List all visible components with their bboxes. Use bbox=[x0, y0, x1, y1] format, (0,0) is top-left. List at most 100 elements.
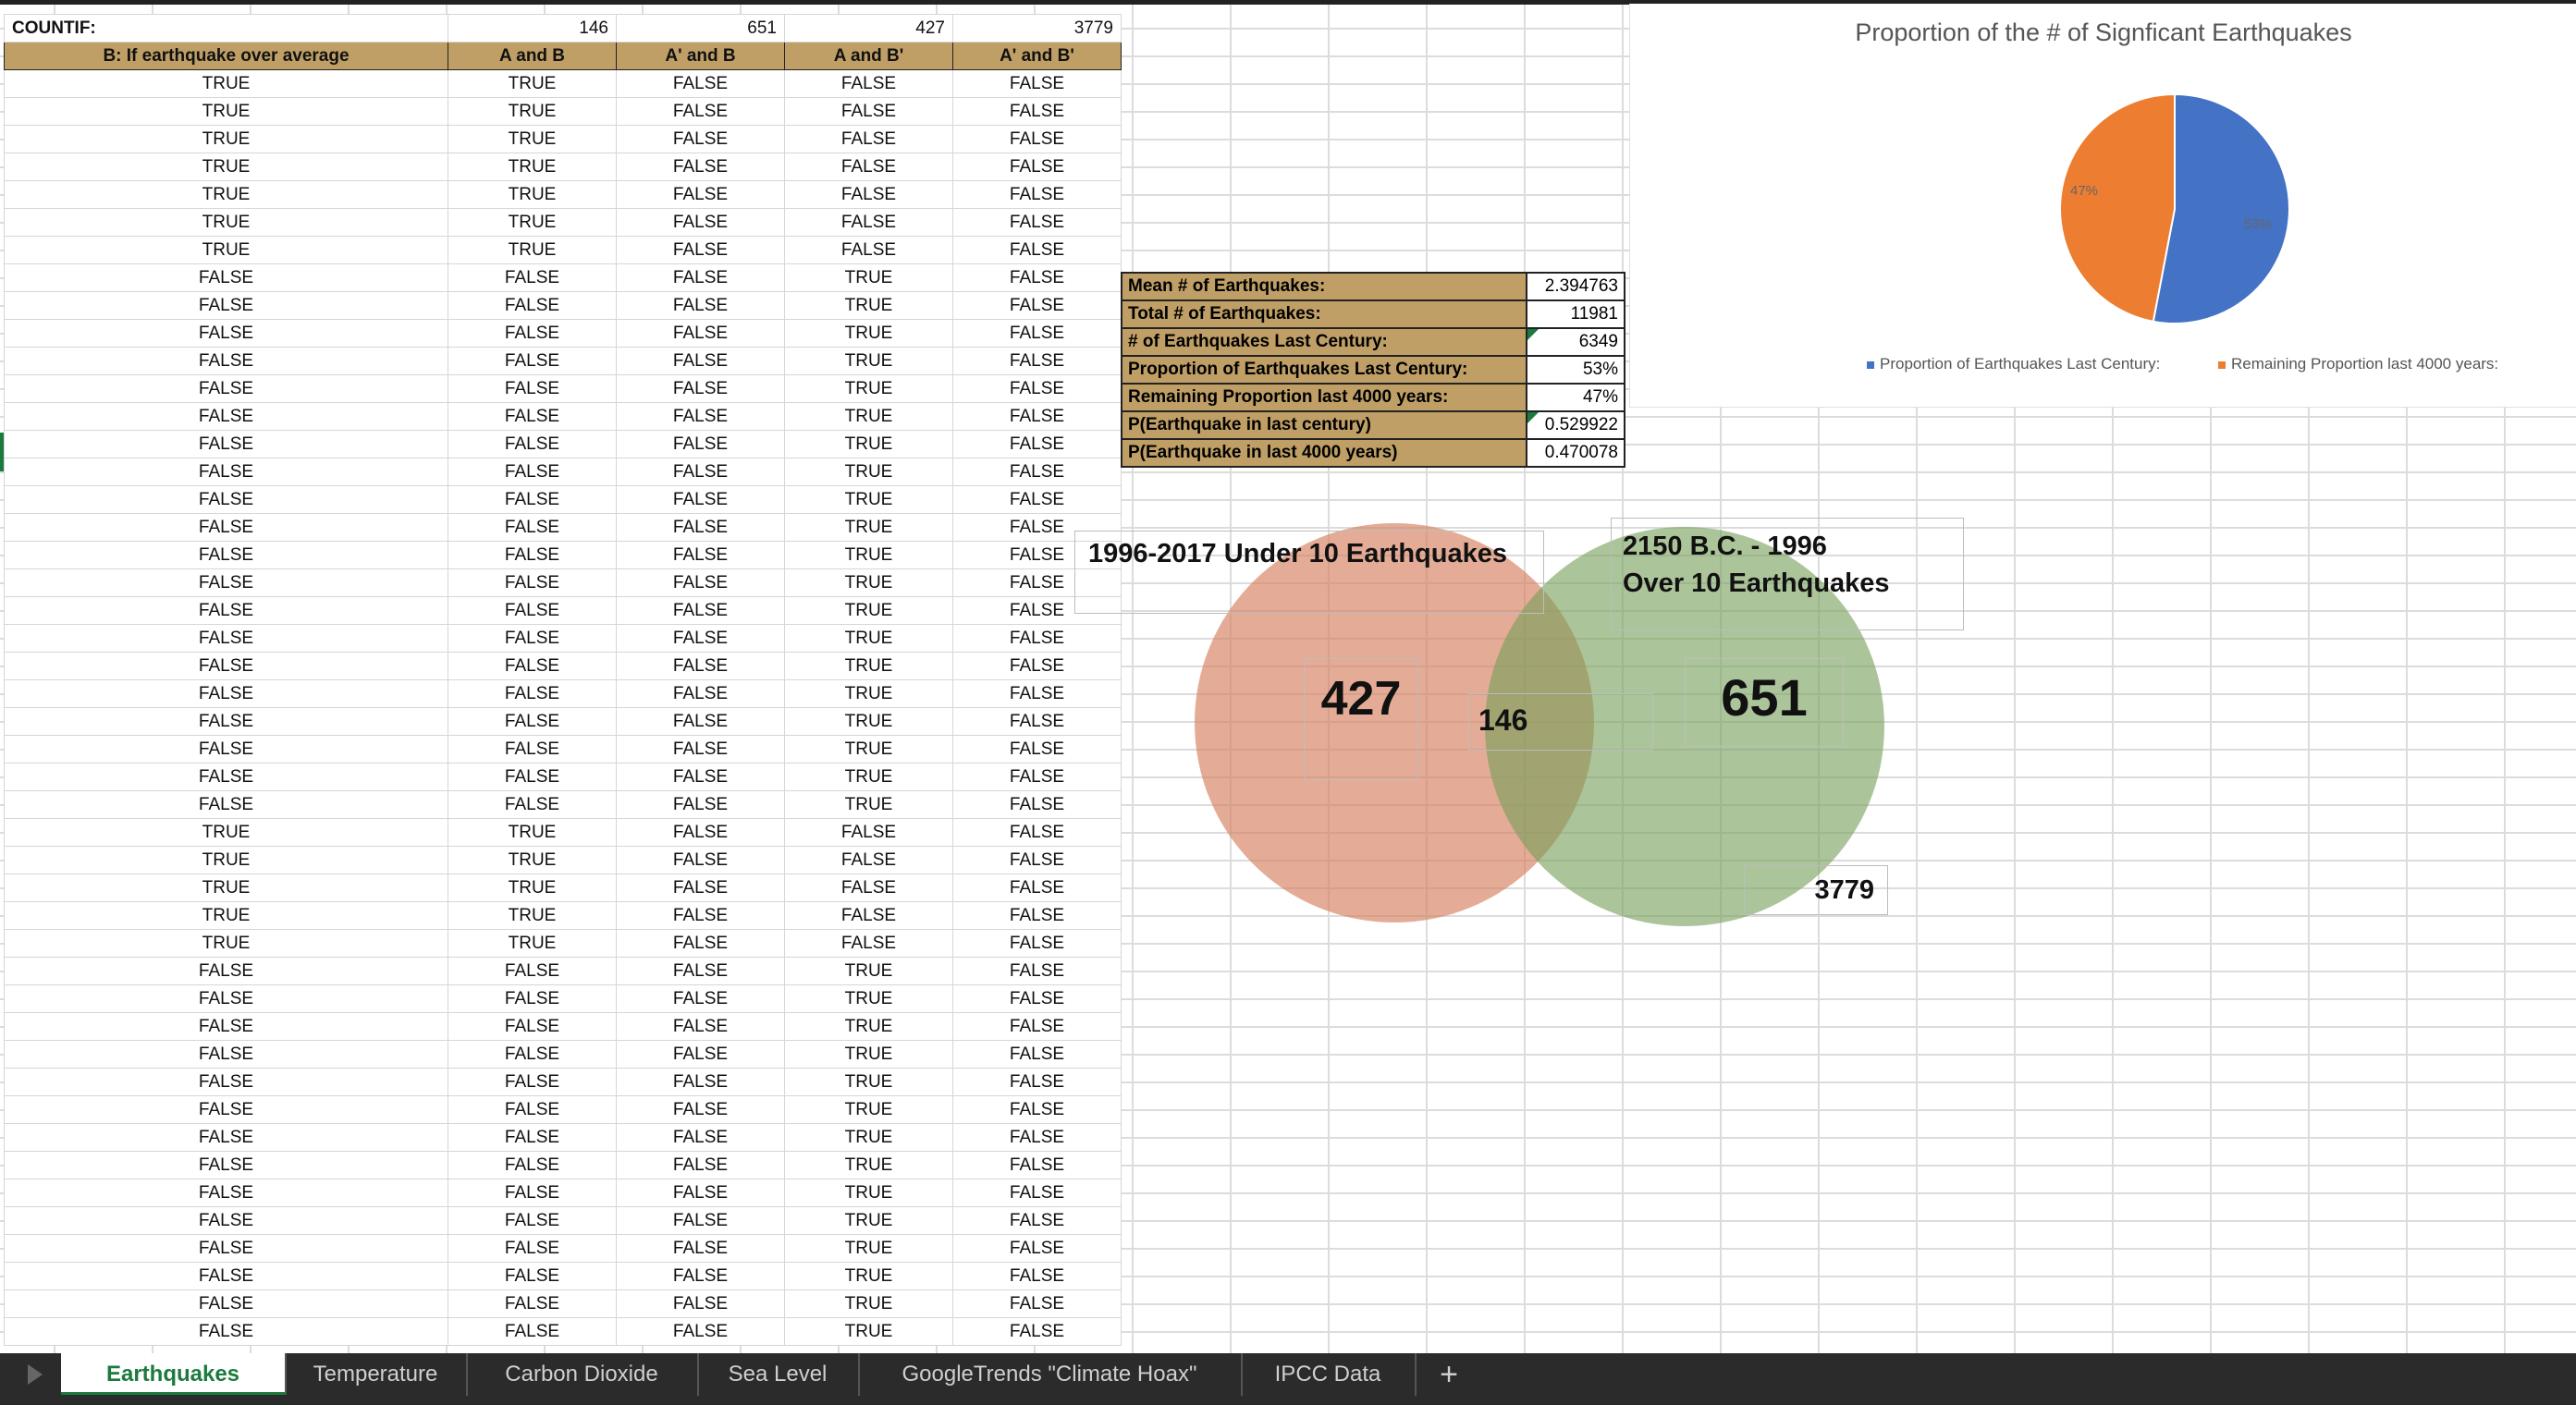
stat-label[interactable]: P(Earthquake in last century) bbox=[1121, 410, 1527, 440]
table-cell[interactable]: FALSE bbox=[784, 874, 953, 902]
table-cell[interactable]: FALSE bbox=[448, 984, 617, 1013]
table-cell[interactable]: FALSE bbox=[952, 153, 1122, 181]
table-cell[interactable]: FALSE bbox=[448, 596, 617, 625]
table-cell[interactable]: TRUE bbox=[4, 97, 448, 126]
column-header[interactable]: A and B bbox=[448, 42, 617, 70]
stat-label[interactable]: Proportion of Earthquakes Last Century: bbox=[1121, 355, 1527, 385]
table-cell[interactable]: FALSE bbox=[4, 707, 448, 736]
table-cell[interactable]: FALSE bbox=[4, 596, 448, 625]
table-cell[interactable]: FALSE bbox=[616, 319, 785, 348]
table-cell[interactable]: FALSE bbox=[448, 1262, 617, 1290]
table-cell[interactable]: TRUE bbox=[4, 846, 448, 874]
table-cell[interactable]: TRUE bbox=[784, 1317, 953, 1346]
table-cell[interactable]: FALSE bbox=[448, 458, 617, 486]
table-cell[interactable]: TRUE bbox=[784, 1095, 953, 1124]
table-cell[interactable]: TRUE bbox=[784, 541, 953, 569]
table-cell[interactable]: FALSE bbox=[4, 1123, 448, 1152]
table-cell[interactable]: FALSE bbox=[952, 430, 1122, 458]
table-cell[interactable]: FALSE bbox=[4, 319, 448, 348]
table-cell[interactable]: FALSE bbox=[952, 1234, 1122, 1263]
column-header[interactable]: A and B' bbox=[784, 42, 953, 70]
table-cell[interactable]: TRUE bbox=[4, 929, 448, 958]
table-cell[interactable]: TRUE bbox=[784, 568, 953, 597]
table-cell[interactable]: FALSE bbox=[448, 568, 617, 597]
table-cell[interactable]: FALSE bbox=[4, 263, 448, 292]
table-cell[interactable]: FALSE bbox=[616, 679, 785, 708]
table-cell[interactable]: FALSE bbox=[952, 652, 1122, 680]
table-cell[interactable]: FALSE bbox=[4, 1095, 448, 1124]
table-cell[interactable]: FALSE bbox=[952, 846, 1122, 874]
table-cell[interactable]: TRUE bbox=[784, 1179, 953, 1207]
venn-count-right-only[interactable]: 651 bbox=[1685, 658, 1844, 747]
table-cell[interactable]: FALSE bbox=[616, 901, 785, 930]
pie-chart[interactable]: Proportion of the # of Signficant Earthq… bbox=[1629, 4, 2576, 408]
tab-ipcc-data[interactable]: IPCC Data bbox=[1241, 1353, 1417, 1396]
table-cell[interactable]: FALSE bbox=[616, 1179, 785, 1207]
table-cell[interactable]: TRUE bbox=[784, 485, 953, 514]
stat-label[interactable]: Total # of Earthquakes: bbox=[1121, 299, 1527, 329]
table-cell[interactable]: FALSE bbox=[784, 125, 953, 153]
table-cell[interactable]: FALSE bbox=[4, 541, 448, 569]
table-cell[interactable]: FALSE bbox=[4, 679, 448, 708]
table-cell[interactable]: FALSE bbox=[4, 1151, 448, 1179]
table-cell[interactable]: FALSE bbox=[448, 679, 617, 708]
table-cell[interactable]: TRUE bbox=[784, 458, 953, 486]
table-cell[interactable]: FALSE bbox=[4, 652, 448, 680]
table-cell[interactable]: TRUE bbox=[784, 1068, 953, 1096]
table-cell[interactable]: TRUE bbox=[784, 624, 953, 653]
table-cell[interactable]: FALSE bbox=[784, 901, 953, 930]
table-cell[interactable]: FALSE bbox=[4, 1234, 448, 1263]
table-cell[interactable]: FALSE bbox=[952, 874, 1122, 902]
stat-label[interactable]: P(Earthquake in last 4000 years) bbox=[1121, 438, 1527, 468]
table-cell[interactable]: TRUE bbox=[784, 707, 953, 736]
table-cell[interactable]: FALSE bbox=[616, 707, 785, 736]
table-cell[interactable]: FALSE bbox=[952, 263, 1122, 292]
table-cell[interactable]: TRUE bbox=[4, 874, 448, 902]
tab-googletrends[interactable]: GoogleTrends "Climate Hoax" bbox=[858, 1353, 1243, 1396]
table-cell[interactable]: FALSE bbox=[616, 957, 785, 985]
table-cell[interactable]: FALSE bbox=[616, 1289, 785, 1318]
table-cell[interactable]: TRUE bbox=[448, 69, 617, 98]
table-cell[interactable]: FALSE bbox=[616, 624, 785, 653]
pie-slice-2[interactable] bbox=[2059, 92, 2176, 323]
table-cell[interactable]: FALSE bbox=[616, 1068, 785, 1096]
table-cell[interactable]: FALSE bbox=[448, 1012, 617, 1041]
table-cell[interactable]: TRUE bbox=[784, 402, 953, 431]
table-cell[interactable]: FALSE bbox=[448, 374, 617, 403]
countif-anot-and-b[interactable]: 651 bbox=[616, 14, 785, 43]
table-cell[interactable]: TRUE bbox=[784, 1040, 953, 1069]
table-cell[interactable]: FALSE bbox=[952, 180, 1122, 209]
table-cell[interactable]: FALSE bbox=[616, 984, 785, 1013]
table-cell[interactable]: FALSE bbox=[4, 1262, 448, 1290]
table-cell[interactable]: FALSE bbox=[616, 1206, 785, 1235]
tab-scroll-arrow-icon[interactable] bbox=[28, 1364, 43, 1385]
table-cell[interactable]: TRUE bbox=[4, 69, 448, 98]
table-cell[interactable]: FALSE bbox=[616, 374, 785, 403]
table-cell[interactable]: TRUE bbox=[784, 291, 953, 320]
table-cell[interactable]: FALSE bbox=[616, 97, 785, 126]
table-cell[interactable]: FALSE bbox=[952, 1040, 1122, 1069]
table-cell[interactable]: FALSE bbox=[952, 1095, 1122, 1124]
table-cell[interactable]: FALSE bbox=[952, 901, 1122, 930]
table-cell[interactable]: FALSE bbox=[952, 818, 1122, 847]
table-cell[interactable]: FALSE bbox=[616, 1317, 785, 1346]
table-cell[interactable]: TRUE bbox=[784, 513, 953, 542]
table-cell[interactable]: TRUE bbox=[784, 374, 953, 403]
stat-value[interactable]: 0.529922 bbox=[1526, 410, 1625, 440]
table-cell[interactable]: FALSE bbox=[616, 402, 785, 431]
table-cell[interactable]: FALSE bbox=[952, 291, 1122, 320]
table-cell[interactable]: TRUE bbox=[448, 846, 617, 874]
table-cell[interactable]: FALSE bbox=[448, 763, 617, 791]
table-cell[interactable]: FALSE bbox=[952, 707, 1122, 736]
table-cell[interactable]: FALSE bbox=[448, 1289, 617, 1318]
table-cell[interactable]: TRUE bbox=[448, 901, 617, 930]
table-cell[interactable]: TRUE bbox=[448, 180, 617, 209]
table-cell[interactable]: FALSE bbox=[616, 874, 785, 902]
table-cell[interactable]: TRUE bbox=[4, 236, 448, 264]
table-cell[interactable]: FALSE bbox=[616, 1095, 785, 1124]
table-cell[interactable]: FALSE bbox=[616, 180, 785, 209]
table-cell[interactable]: FALSE bbox=[952, 1012, 1122, 1041]
table-cell[interactable]: TRUE bbox=[784, 319, 953, 348]
table-cell[interactable]: TRUE bbox=[784, 957, 953, 985]
table-cell[interactable]: FALSE bbox=[4, 347, 448, 375]
